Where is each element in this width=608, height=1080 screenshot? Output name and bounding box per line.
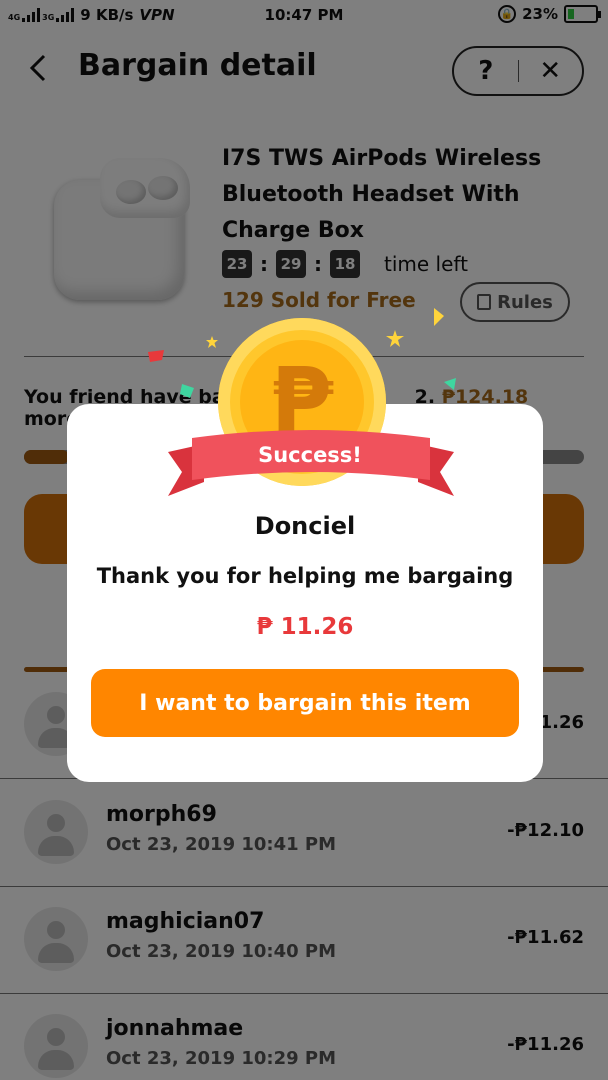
helper-username: Donciel <box>254 512 356 540</box>
confetti-piece <box>434 308 444 326</box>
bargain-amount: ₱ 11.26 <box>256 614 354 640</box>
thank-you-message: Thank you for helping me bargaing <box>96 564 514 588</box>
star-icon <box>206 336 218 348</box>
confetti-piece <box>148 350 164 362</box>
star-icon <box>386 330 404 347</box>
success-label: Success! <box>258 443 362 467</box>
confetti-piece <box>180 384 194 398</box>
bargain-this-item-button[interactable]: I want to bargain this item <box>91 669 519 737</box>
confetti-piece <box>444 378 456 390</box>
